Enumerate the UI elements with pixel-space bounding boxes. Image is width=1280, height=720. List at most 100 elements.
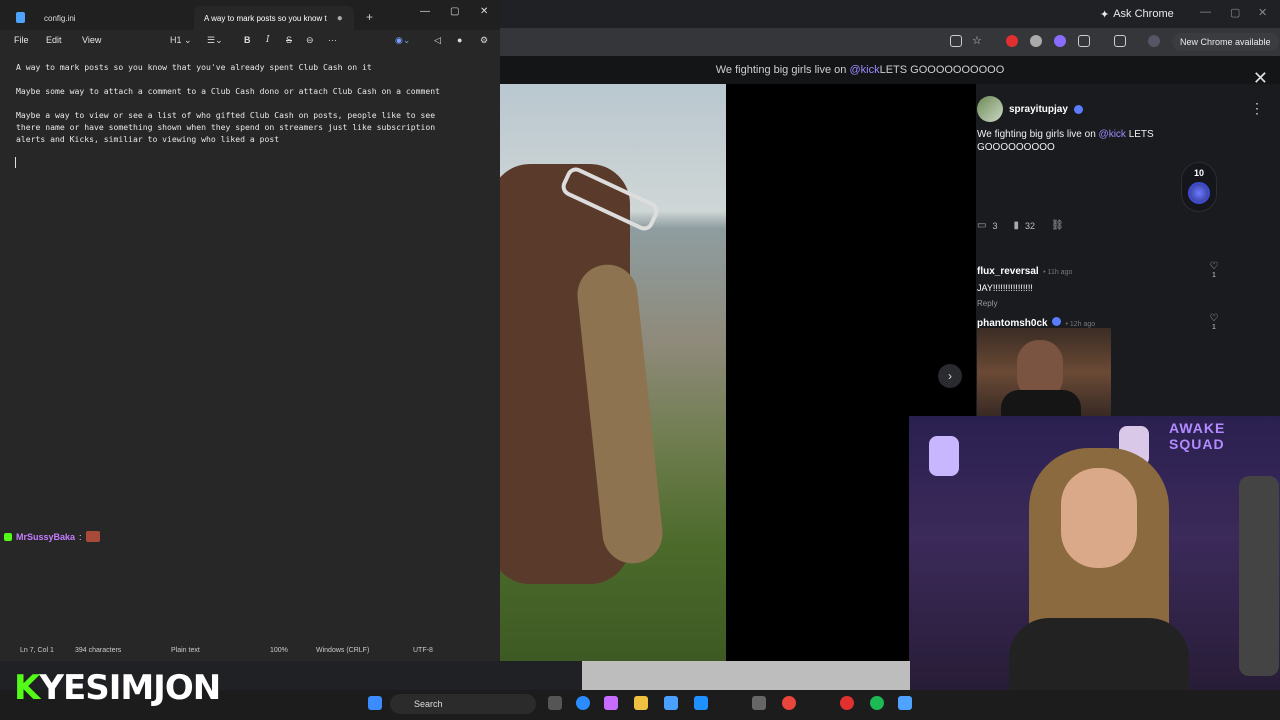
like-count: 1 <box>1212 272 1216 279</box>
reply-button[interactable]: Reply <box>977 299 1217 308</box>
minimize-icon[interactable]: — <box>1200 6 1211 18</box>
gem-icon <box>1188 182 1210 204</box>
puzzle-icon[interactable] <box>1078 35 1090 47</box>
sidepanel-icon[interactable] <box>1114 35 1126 47</box>
cast-icon[interactable] <box>950 35 962 47</box>
char-count: 394 characters <box>75 647 122 654</box>
mail-icon[interactable] <box>694 696 708 710</box>
encoding[interactable]: UTF-8 <box>413 647 433 654</box>
new-tab-icon[interactable]: + <box>366 10 373 24</box>
menu-view[interactable]: View <box>82 35 101 45</box>
spotify-icon[interactable] <box>870 696 884 710</box>
editor-line: alerts and Kicks, similiar to viewing wh… <box>16 134 280 144</box>
unsaved-dot-icon[interactable]: ● <box>337 13 343 24</box>
tab-label: config.ini <box>44 13 76 23</box>
like-comment-button[interactable]: ♡ 1 <box>1208 313 1220 331</box>
link-icon[interactable]: ⊖ <box>306 35 314 46</box>
edge-icon[interactable] <box>576 696 590 710</box>
strikethrough-icon[interactable]: S <box>286 35 292 45</box>
comment-gif[interactable] <box>977 328 1111 430</box>
profile-avatar-icon[interactable] <box>1148 35 1160 47</box>
editor-line: Maybe a way to view or see a list of who… <box>16 110 436 120</box>
verified-icon <box>1073 104 1083 114</box>
logo-name: YESIMJON <box>39 668 221 708</box>
copilot-icon[interactable]: ◉⌄ <box>395 35 410 46</box>
streamer-logo: K YESIMJON <box>14 668 221 708</box>
badge-count: 10 <box>1193 168 1204 178</box>
settings-icon[interactable]: ⚙ <box>480 35 488 46</box>
store-icon[interactable] <box>664 696 678 710</box>
close-window-icon[interactable]: ✕ <box>1258 6 1267 19</box>
club-cash-badge[interactable]: 10 <box>1181 162 1217 212</box>
zoom-level[interactable]: 100% <box>270 647 288 654</box>
italic-icon[interactable]: I <box>266 35 270 45</box>
text-format[interactable]: Plain text <box>171 647 200 654</box>
author-avatar[interactable] <box>977 96 1003 122</box>
notepad-taskbar-icon[interactable] <box>898 696 912 710</box>
more-options-icon[interactable]: ⋮ <box>1250 100 1264 117</box>
post-mention-link[interactable]: @kick <box>1099 129 1126 140</box>
comment-user[interactable]: flux_reversal <box>977 266 1039 277</box>
tab-config-ini[interactable]: config.ini <box>34 6 184 30</box>
bold-icon[interactable]: B <box>244 35 251 45</box>
editor-line: there name or have something shown when … <box>16 122 436 132</box>
close-icon[interactable]: ✕ <box>480 6 488 17</box>
chat-overlay-line: MrSussyBaka : <box>4 531 100 542</box>
verified-icon <box>1052 317 1062 326</box>
account-icon[interactable]: ● <box>457 35 462 45</box>
menu-edit[interactable]: Edit <box>46 35 62 45</box>
feedback-icon[interactable]: ◁ <box>434 35 441 46</box>
notepad-editor[interactable]: A way to mark posts so you know that you… <box>16 61 496 145</box>
comment-text: JAY!!!!!!!!!!!!!!!! <box>977 283 1033 293</box>
minimize-icon[interactable]: — <box>420 6 430 17</box>
taskbar-search[interactable]: Search <box>390 694 536 714</box>
maximize-icon[interactable]: ▢ <box>1230 6 1240 19</box>
webcam-overlay: AWAKE SQUAD <box>909 416 1280 720</box>
author-name[interactable]: sprayitupjay <box>1009 104 1068 115</box>
views-count: 32 <box>1024 220 1035 231</box>
streamer <box>1009 448 1189 720</box>
post-photo <box>500 84 726 661</box>
author-row: sprayitupjay <box>977 96 1089 122</box>
line-ending[interactable]: Windows (CRLF) <box>316 647 369 654</box>
file-explorer-icon[interactable] <box>634 696 648 710</box>
link-icon[interactable]: ⛓ <box>1051 220 1064 231</box>
notepad-tabbar: config.ini A way to mark posts so you kn… <box>0 0 500 30</box>
app-icon[interactable] <box>752 696 766 710</box>
tab-label: A way to mark posts so you know t <box>204 13 327 23</box>
like-comment-button[interactable]: ♡ 1 <box>1208 261 1220 279</box>
heading-label: H1 <box>170 35 182 45</box>
search-label: Search <box>414 699 443 709</box>
lamp <box>929 436 959 476</box>
heading-dropdown[interactable]: H1 ⌄ <box>170 35 192 46</box>
task-view-icon[interactable] <box>548 696 562 710</box>
extension-purple-icon[interactable] <box>1054 35 1066 47</box>
next-arrow-icon[interactable]: › <box>938 364 962 388</box>
list-icon[interactable]: ☰⌄ <box>207 35 223 46</box>
new-chrome-available-button[interactable]: New Chrome available <box>1172 33 1279 51</box>
chat-separator: : <box>79 531 82 542</box>
like-count: 1 <box>1212 324 1216 331</box>
header-mention-link[interactable]: @kick <box>849 64 879 76</box>
chrome-toolbar <box>500 28 1280 56</box>
extension-circle-icon[interactable] <box>1030 35 1042 47</box>
obs-icon[interactable] <box>840 696 854 710</box>
guitar <box>1239 476 1279 676</box>
comments-count: 3 <box>992 220 998 231</box>
extension-record-icon[interactable] <box>1006 35 1018 47</box>
chrome-icon[interactable] <box>782 696 796 710</box>
windows-start-icon[interactable] <box>368 696 382 710</box>
more-icon[interactable]: ··· <box>328 35 337 45</box>
menu-file[interactable]: File <box>14 35 29 45</box>
tab-active-note[interactable]: A way to mark posts so you know t ● <box>194 6 354 30</box>
post-text-a: We fighting big girls live on <box>977 129 1099 140</box>
copilot-app-icon[interactable] <box>604 696 618 710</box>
text-caret <box>15 157 16 168</box>
comment-icon[interactable]: ▭ <box>977 220 986 231</box>
comment-ago: • 11h ago <box>1043 269 1073 276</box>
ask-chrome-label: Ask Chrome <box>1113 8 1174 20</box>
star-icon[interactable]: ☆ <box>972 34 984 47</box>
post-stats: ▭ 3 ▮ 32 ⛓ <box>977 220 1064 231</box>
maximize-icon[interactable]: ▢ <box>450 6 459 17</box>
ask-chrome-button[interactable]: ✦ Ask Chrome <box>1100 6 1174 22</box>
